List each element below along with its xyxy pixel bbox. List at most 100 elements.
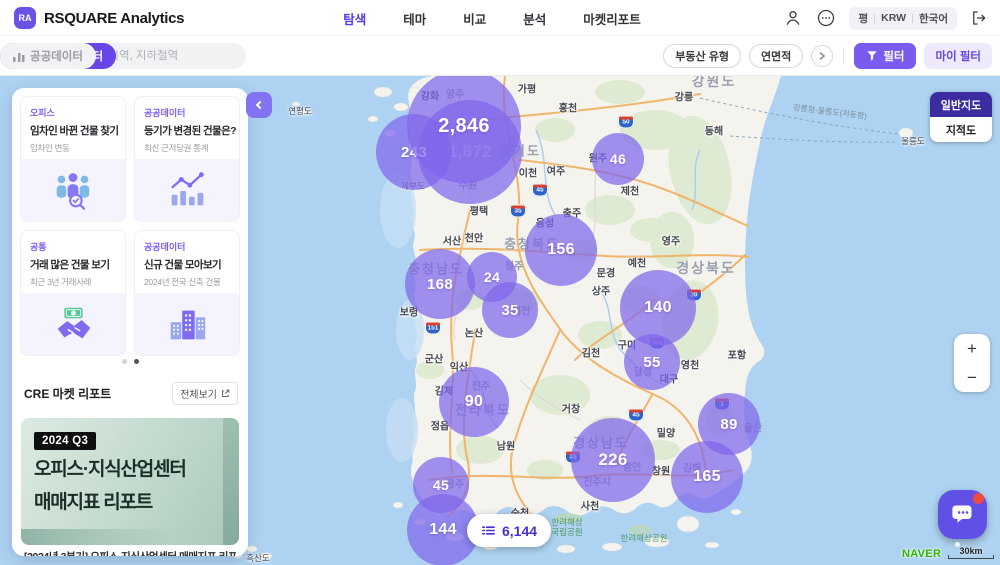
cluster-count: 24 — [484, 269, 500, 285]
quick-card[interactable]: 공통 거래 많은 건물 보기 최근 3년 거래사례 — [20, 230, 126, 356]
zoom-control: + − — [954, 334, 990, 392]
scale-bracket — [948, 555, 994, 559]
quick-card[interactable]: 공공데이터 등기가 변경된 건물은? 최신 근저당권 통계 — [134, 96, 240, 222]
cluster-count: 144 — [429, 521, 457, 539]
map-label: 군산 — [425, 351, 443, 366]
map-label: 한려해상공원 — [621, 532, 668, 544]
map-label: 사천 — [581, 498, 599, 513]
map-type-option[interactable]: 일반지도 — [930, 92, 992, 117]
cluster-bubble[interactable]: 156 — [525, 214, 597, 286]
cluster-bubble[interactable]: 168 — [405, 249, 475, 319]
nav-item[interactable]: 분석 — [523, 9, 546, 28]
zoom-in-button[interactable]: + — [954, 334, 990, 363]
cluster-bubble[interactable]: 165 — [671, 441, 743, 513]
my-filter-button[interactable]: 마이 필터 — [924, 43, 992, 69]
filter-button[interactable]: 필터 — [854, 43, 916, 69]
chevron-right-icon — [817, 51, 827, 61]
report-list-item[interactable]: [2024년 3분기] 오피스·지식산업센터 매매지표 리포 — [24, 549, 236, 556]
logout-icon — [970, 9, 988, 27]
account-button[interactable] — [783, 8, 803, 28]
more-menu-button[interactable] — [816, 8, 836, 28]
quick-card-grid: 오피스 임차인 바뀐 건물 찾기 임차인 변동 공공데이터 등기가 변경된 건물… — [20, 96, 240, 356]
map-type-option[interactable]: 지적도 — [930, 117, 992, 142]
cluster-count: 156 — [547, 241, 575, 259]
map-label: 가평 — [518, 81, 536, 96]
map-label: 문경 — [597, 265, 615, 280]
quick-card-illustration-icon — [135, 159, 239, 221]
map-label: 경상북도 — [676, 258, 736, 278]
cluster-count: 89 — [720, 416, 737, 433]
data-source-tab[interactable]: 공공데이터 — [0, 43, 96, 69]
cluster-bubble[interactable]: 55 — [624, 334, 680, 390]
map-label: 논산 — [465, 325, 483, 340]
results-list-button[interactable]: 6,144 — [467, 514, 551, 547]
report-banner-title-line1: 오피스·지식산업센터 — [34, 458, 239, 483]
cluster-bubble[interactable]: 90 — [439, 367, 509, 437]
chat-fab-button[interactable] — [938, 490, 987, 539]
zoom-out-button[interactable]: − — [954, 363, 990, 392]
ellipsis-circle-icon — [816, 8, 836, 28]
cluster-bubble[interactable]: 35 — [482, 282, 538, 338]
report-banner[interactable]: 2024 Q3 오피스·지식산업센터 매매지표 리포트 — [21, 418, 239, 545]
expressway-shield-icon: 151 — [425, 322, 441, 335]
list-icon — [481, 523, 496, 538]
filter-chip[interactable]: 연면적 — [749, 44, 803, 68]
expressway-shield-icon: 45 — [628, 409, 644, 422]
nav-item[interactable]: 탐색 — [343, 9, 366, 28]
cluster-count: 165 — [693, 468, 721, 486]
map-label: 강원도 — [692, 76, 737, 91]
quick-card-title: 임차인 바뀐 건물 찾기 — [30, 123, 116, 138]
view-all-button[interactable]: 전체보기 — [172, 382, 238, 405]
currency-setting: KRW — [881, 12, 906, 24]
brand-name: RSQUARE Analytics — [44, 10, 184, 27]
map-scale: 30km — [947, 546, 995, 559]
map-label: 밀양 — [657, 425, 675, 440]
quick-card-category: 공통 — [30, 240, 116, 253]
map-label: 흑산도 — [246, 552, 269, 564]
cluster-count: 140 — [644, 299, 672, 317]
sidebar-collapse-button[interactable] — [246, 92, 272, 118]
cluster-count: 35 — [501, 302, 518, 319]
map-label: 홍천 — [559, 100, 577, 115]
expressway-shield-icon: 50 — [618, 116, 634, 129]
cluster-bubble[interactable]: 226 — [571, 418, 655, 502]
search-toolbar: 알스퀘어데이터공공데이터 부동산 유형연면적 필터 마이 필터 — [0, 36, 1000, 76]
cluster-count: 226 — [598, 450, 627, 470]
chat-bubble-icon — [949, 501, 976, 528]
quick-card[interactable]: 공공데이터 신규 건물 모아보기 2024년 전국 신축 건물 — [134, 230, 240, 356]
report-section-title: CRE 마켓 리포트 — [24, 385, 111, 402]
map-label: 예천 — [628, 255, 646, 270]
filter-chip[interactable]: 부동산 유형 — [663, 44, 741, 68]
map-label: 울릉도 — [901, 135, 924, 147]
nav-item[interactable]: 마켓리포트 — [583, 9, 641, 28]
pagination-dot[interactable] — [134, 359, 139, 364]
pagination-dot[interactable] — [122, 359, 127, 364]
map-label: 상주 — [592, 283, 610, 298]
logout-button[interactable] — [970, 9, 988, 27]
naver-attribution: NAVER — [902, 548, 941, 560]
brand[interactable]: RA RSQUARE Analytics — [14, 0, 184, 36]
map-label: 영주 — [662, 233, 680, 248]
quick-card-subtitle: 2024년 전국 신축 건물 — [144, 276, 230, 288]
filter-controls: 부동산 유형 연면적 필터 마이 필터 — [663, 43, 992, 69]
map-label: 이천 — [519, 165, 537, 180]
quick-card-subtitle: 최신 근저당권 통계 — [144, 142, 230, 154]
unit-setting: 평 — [858, 11, 868, 26]
main-nav: 탐색 테마 비교 분석 마켓리포트 — [343, 0, 641, 36]
cluster-count: 46 — [610, 151, 626, 167]
brand-logo-icon: RA — [14, 7, 36, 29]
results-count: 6,144 — [502, 523, 537, 539]
locale-settings-button[interactable]: 평 KRW 한국어 — [849, 7, 957, 30]
quick-card-category: 공공데이터 — [144, 106, 230, 119]
quick-card[interactable]: 오피스 임차인 바뀐 건물 찾기 임차인 변동 — [20, 96, 126, 222]
external-link-icon — [221, 389, 230, 398]
map-label: 포항 — [728, 347, 746, 362]
cluster-bubble[interactable]: 46 — [592, 133, 644, 185]
nav-item[interactable]: 비교 — [463, 9, 486, 28]
quick-card-subtitle: 최근 3년 거래사례 — [30, 276, 116, 288]
explore-sidebar: 오피스 임차인 바뀐 건물 찾기 임차인 변동 공공데이터 등기가 변경된 건물… — [12, 88, 248, 556]
cluster-count: 45 — [433, 477, 449, 493]
more-filters-button[interactable] — [811, 45, 833, 67]
nav-item[interactable]: 테마 — [403, 9, 426, 28]
view-all-label: 전체보기 — [180, 386, 217, 401]
